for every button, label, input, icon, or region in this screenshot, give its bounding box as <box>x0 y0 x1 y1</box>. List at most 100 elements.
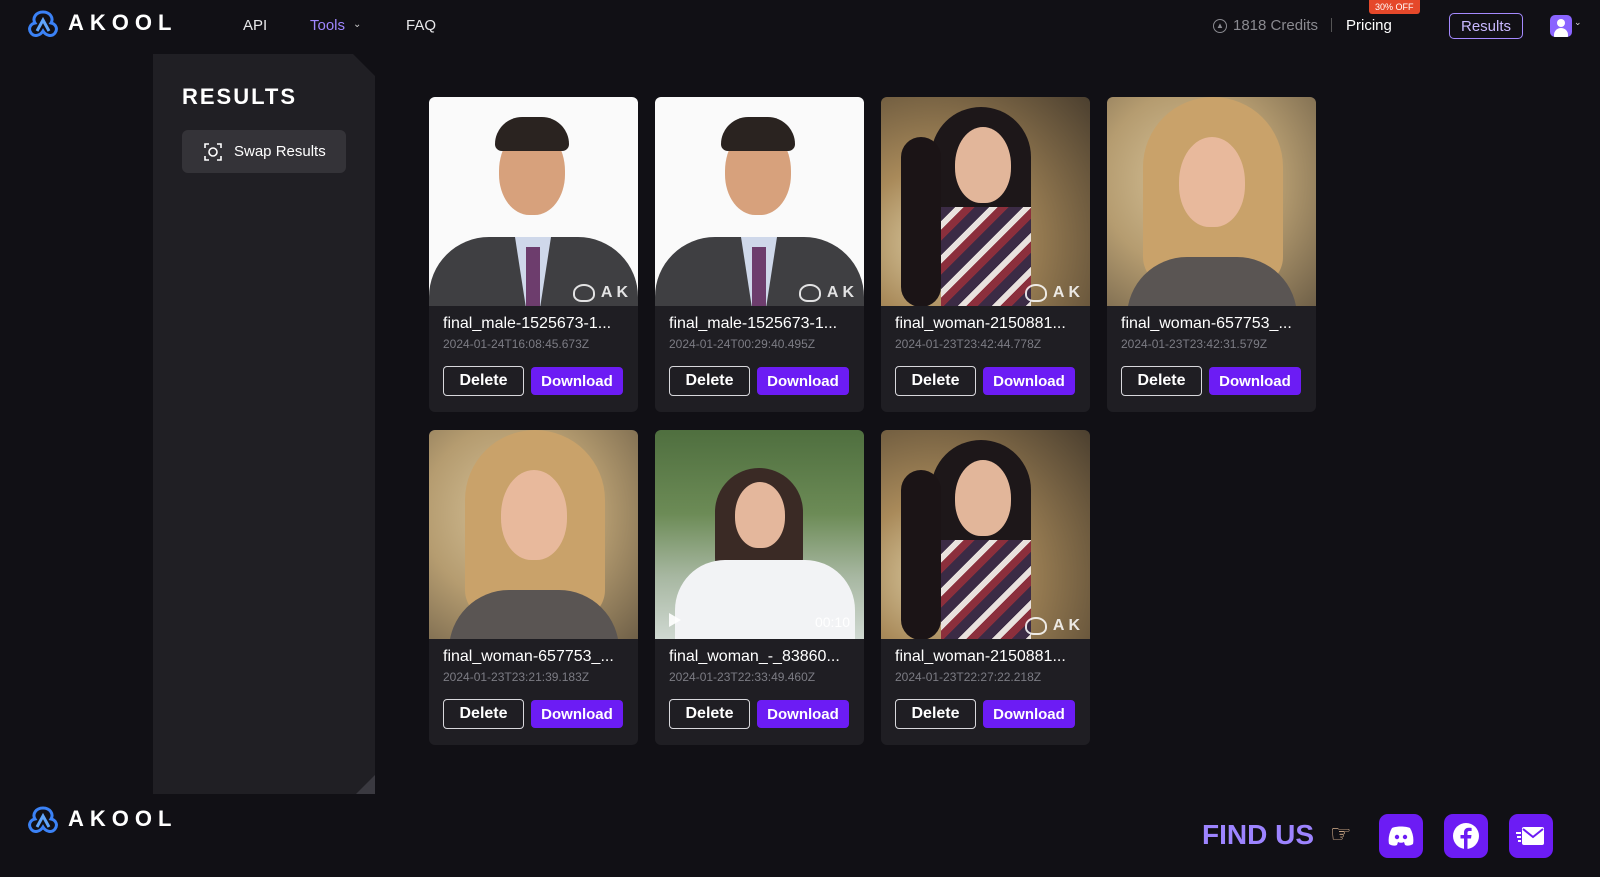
delete-button[interactable]: Delete <box>443 699 524 729</box>
result-timestamp: 2024-01-23T22:33:49.460Z <box>669 670 816 684</box>
avatar-body <box>1554 28 1568 37</box>
result-thumbnail[interactable]: AK <box>429 97 638 306</box>
download-button[interactable]: Download <box>983 700 1075 728</box>
watermark: AK <box>798 284 858 302</box>
chevron-down-icon: ⌄ <box>353 19 362 30</box>
face-scan-icon <box>204 142 222 161</box>
result-filename: final_male-1525673-1... <box>669 315 838 332</box>
download-button[interactable]: Download <box>531 367 623 395</box>
discord-icon[interactable] <box>1379 814 1423 858</box>
face-shape <box>1179 137 1245 227</box>
akool-logo-icon <box>28 806 58 833</box>
top-header: AKOOL API Tools ⌄ FAQ ▲ 1818 Credits Pri… <box>0 0 1600 54</box>
watermark-text: AK <box>1052 617 1084 634</box>
nav-faq[interactable]: FAQ <box>406 17 436 34</box>
resize-corner <box>356 775 375 794</box>
result-filename: final_woman-2150881... <box>895 648 1066 665</box>
nav-api[interactable]: API <box>243 17 267 34</box>
arm-shape <box>901 470 941 639</box>
result-card: final_woman-657753_... 2024-01-23T23:42:… <box>1107 97 1316 412</box>
tie-shape <box>752 247 766 306</box>
result-timestamp: 2024-01-23T22:27:22.218Z <box>895 670 1042 684</box>
result-timestamp: 2024-01-24T00:29:40.495Z <box>669 337 816 351</box>
mail-icon[interactable] <box>1509 814 1553 858</box>
nav-tools[interactable]: Tools ⌄ <box>310 17 361 34</box>
video-duration: 00:10 <box>814 614 850 630</box>
credit-coin-icon: ▲ <box>1213 18 1227 33</box>
result-card: AK final_woman-2150881... 2024-01-23T22:… <box>881 430 1090 745</box>
watermark-text: AK <box>1052 284 1084 301</box>
watermark-logo-icon <box>572 284 595 302</box>
user-avatar[interactable] <box>1550 15 1572 37</box>
watermark: AK <box>1024 617 1084 635</box>
result-thumbnail[interactable]: AK <box>655 97 864 306</box>
result-thumbnail[interactable] <box>1107 97 1316 306</box>
akool-logo[interactable]: AKOOL <box>26 9 177 37</box>
watermark-text: AK <box>600 284 632 301</box>
face-shape <box>735 482 785 548</box>
result-card: AK final_male-1525673-1... 2024-01-24T16… <box>429 97 638 412</box>
result-video-thumbnail[interactable]: 00:10 <box>655 430 864 639</box>
result-thumbnail[interactable] <box>429 430 638 639</box>
download-button[interactable]: Download <box>757 700 849 728</box>
face-shape <box>955 127 1011 203</box>
hair-shape <box>721 117 795 151</box>
result-filename: final_woman_-_83860... <box>669 648 840 665</box>
results-grid: AK final_male-1525673-1... 2024-01-24T16… <box>429 97 1339 747</box>
sidebar-item-swap-results[interactable]: Swap Results <box>182 130 346 173</box>
delete-button[interactable]: Delete <box>669 699 750 729</box>
hair-shape <box>495 117 569 151</box>
delete-button[interactable]: Delete <box>1121 366 1202 396</box>
result-thumbnail[interactable]: AK <box>881 97 1090 306</box>
result-card: 00:10 final_woman_-_83860... 2024-01-23T… <box>655 430 864 745</box>
result-timestamp: 2024-01-23T23:42:44.778Z <box>895 337 1042 351</box>
watermark-text: AK <box>826 284 858 301</box>
sidebar-item-label: Swap Results <box>234 143 326 160</box>
watermark-logo-icon <box>798 284 821 302</box>
logo-text: AKOOL <box>68 806 178 831</box>
tie-shape <box>526 247 540 306</box>
chevron-down-icon[interactable]: ⌄ <box>1574 17 1582 28</box>
result-timestamp: 2024-01-24T16:08:45.673Z <box>443 337 590 351</box>
delete-button[interactable]: Delete <box>443 366 524 396</box>
watermark: AK <box>572 284 632 302</box>
face-shape <box>955 460 1011 536</box>
delete-button[interactable]: Delete <box>669 366 750 396</box>
download-button[interactable]: Download <box>531 700 623 728</box>
header-divider <box>1331 18 1332 32</box>
result-timestamp: 2024-01-23T23:21:39.183Z <box>443 670 590 684</box>
delete-button[interactable]: Delete <box>895 699 976 729</box>
face-shape <box>501 470 567 560</box>
watermark-logo-icon <box>1024 284 1047 302</box>
nav-tools-label: Tools <box>310 17 346 34</box>
result-thumbnail[interactable]: AK <box>881 430 1090 639</box>
credits-text: 1818 Credits <box>1233 17 1319 34</box>
akool-logo-icon <box>28 10 58 37</box>
sidebar-title: RESULTS <box>182 84 298 109</box>
play-icon[interactable] <box>669 613 681 627</box>
facebook-icon[interactable] <box>1444 814 1488 858</box>
credits-display: ▲ 1818 Credits <box>1213 17 1318 34</box>
result-card: AK final_male-1525673-1... 2024-01-24T00… <box>655 97 864 412</box>
result-card: AK final_woman-2150881... 2024-01-23T23:… <box>881 97 1090 412</box>
result-timestamp: 2024-01-23T23:42:31.579Z <box>1121 337 1268 351</box>
delete-button[interactable]: Delete <box>895 366 976 396</box>
discord-glyph <box>1388 826 1414 846</box>
results-button[interactable]: Results <box>1449 13 1523 39</box>
download-button[interactable]: Download <box>983 367 1075 395</box>
arm-shape <box>901 137 941 306</box>
avatar-head <box>1557 19 1565 27</box>
facebook-glyph <box>1453 823 1479 849</box>
pricing-link[interactable]: Pricing <box>1346 17 1392 34</box>
download-button[interactable]: Download <box>757 367 849 395</box>
result-card: final_woman-657753_... 2024-01-23T23:21:… <box>429 430 638 745</box>
logo-text: AKOOL <box>68 10 178 35</box>
result-filename: final_woman-2150881... <box>895 315 1066 332</box>
discount-badge: 30% OFF <box>1369 0 1420 14</box>
result-filename: final_male-1525673-1... <box>443 315 612 332</box>
watermark-logo-icon <box>1024 617 1047 635</box>
download-button[interactable]: Download <box>1209 367 1301 395</box>
result-filename: final_woman-657753_... <box>1121 315 1292 332</box>
scarf-shape <box>941 540 1031 639</box>
akool-logo[interactable]: AKOOL <box>26 805 177 833</box>
